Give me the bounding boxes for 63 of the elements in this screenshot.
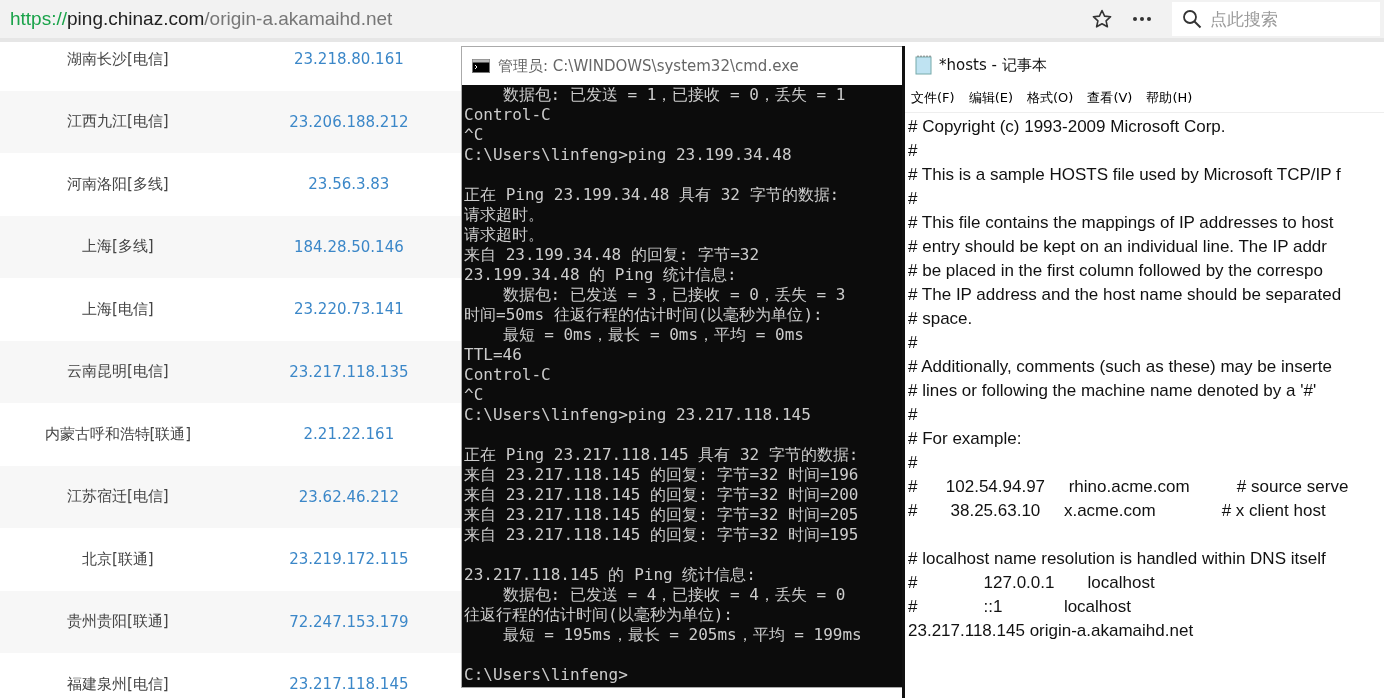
console-line: Control-C	[464, 365, 551, 384]
location-cell-text: 湖南长沙[电信]	[66, 49, 170, 69]
console-line: 数据包: 已发送 = 1，已接收 = 0，丢失 = 1	[501, 85, 846, 104]
console-line: 来自 23.217.118.145 的回复: 字节=32 时间=205	[464, 505, 859, 524]
location-cell-text: 内蒙古呼和浩特[联通]	[43, 424, 193, 444]
console-line: ^C	[464, 385, 484, 404]
menu-item[interactable]: 文件(F)	[911, 89, 955, 107]
console-line: 23.217.118.145 的 Ping 统计信息:	[464, 565, 756, 584]
console-line: 数据包: 已发送 = 4，已接收 = 4，丢失 = 0	[501, 585, 846, 604]
location-cell-text: 江西九江[电信]	[66, 112, 170, 132]
ip-link[interactable]: 23.62.46.212	[298, 487, 399, 506]
console-line: 来自 23.217.118.145 的回复: 字节=32 时间=196	[464, 465, 859, 484]
console-line: C:\Users\linfeng>ping 23.199.34.48	[464, 145, 792, 164]
ip-link[interactable]: 23.218.80.161	[294, 50, 404, 69]
location-cell-text: 云南昆明[电信]	[66, 362, 170, 382]
location-cell-text: 福建泉州[电信]	[66, 674, 170, 694]
console-line: Control-C	[464, 105, 551, 124]
console-line: TTL=46	[464, 345, 522, 364]
console-line: 时间=50ms 往返行程的估计时间(以毫秒为单位):	[464, 305, 823, 324]
menu-item[interactable]: 帮助(H)	[1146, 89, 1193, 107]
console-line: 请求超时。	[464, 205, 544, 224]
console-line: ^C	[464, 125, 484, 144]
address-bar[interactable]: https://ping.chinaz.com/origin-a.akamaihd.net	[0, 8, 1092, 30]
console-line: 最短 = 0ms，最长 = 0ms，平均 = 0ms	[501, 325, 804, 344]
menu-item[interactable]: 格式(O)	[1027, 89, 1074, 107]
ip-link[interactable]: 23.219.172.115	[289, 550, 409, 569]
console-line: 最短 = 195ms，最长 = 205ms，平均 = 199ms	[501, 625, 862, 644]
location-cell-text: 贵州贵阳[联通]	[66, 612, 170, 632]
star-icon[interactable]	[1092, 9, 1112, 29]
console-line: C:\Users\linfeng>ping 23.217.118.145	[464, 405, 811, 424]
location-cell-text: 河南洛阳[多线]	[66, 174, 170, 194]
ip-link[interactable]: 23.206.188.212	[289, 112, 409, 131]
ip-link[interactable]: 23.217.118.145	[289, 675, 409, 694]
console-line: C:\Users\linfeng>	[464, 665, 628, 684]
console-line: 请求超时。	[464, 225, 544, 244]
ip-link[interactable]: 23.217.118.135	[289, 362, 409, 381]
terminal-icon	[472, 59, 490, 73]
menu-item[interactable]: 查看(V)	[1087, 89, 1133, 107]
menu-item[interactable]: 编辑(E)	[968, 89, 1013, 107]
ip-link[interactable]: 23.220.73.141	[294, 300, 404, 319]
more-icon[interactable]	[1132, 16, 1152, 22]
ip-link[interactable]: 184.28.50.146	[294, 237, 404, 256]
search-icon	[1182, 9, 1202, 29]
location-cell-text: 江苏宿迁[电信]	[66, 487, 170, 507]
console-line: 往返行程的估计时间(以毫秒为单位):	[464, 605, 733, 624]
text-area[interactable]: # Copyright (c) 1993-2009 Microsoft Corp. # # This is a sample HOSTS file used by Microsoft TCP/IP f # # This file contains the mappings of IP addresses to host # entry should be kept on an individual line. The IP addr # be placed in the first column followed by the correspo # The IP address and the host name should be separated # space. # # Additionally, comments (such as these) may be inserte # lines or following the machine name denoted by a '#' # # For example: # # 102.54.94.97 rhino.acme.com # source serve # 38.25.63.10 x.acme.com # x client host # localhost name resolution is handled within DNS itself # 127.0.0.1 localhost # ::1 localhost 23.217.118.145 origin-a.akamaihd.net	[905, 113, 1384, 643]
location-cell-text: 北京[联通]	[81, 549, 155, 569]
window-title: 管理员: C:\WINDOWS\system32\cmd.exe	[498, 56, 799, 76]
console-line: 数据包: 已发送 = 3，已接收 = 0，丢失 = 3	[501, 285, 846, 304]
console-line: 来自 23.217.118.145 的回复: 字节=32 时间=200	[464, 485, 859, 504]
search-field[interactable]: 点此搜索	[1172, 2, 1380, 36]
notepad-icon	[915, 55, 933, 75]
location-cell-text: 上海[电信]	[81, 299, 155, 319]
console-line: 正在 Ping 23.217.118.145 具有 32 字节的数据:	[464, 445, 859, 464]
console-line: 来自 23.217.118.145 的回复: 字节=32 时间=195	[464, 525, 859, 544]
ip-link[interactable]: 23.56.3.83	[308, 175, 390, 194]
location-cell-text: 上海[多线]	[81, 237, 155, 257]
console-line: 正在 Ping 23.199.34.48 具有 32 字节的数据:	[464, 185, 840, 204]
window-title: *hosts - 记事本	[939, 55, 1047, 75]
console-line: 23.199.34.48 的 Ping 统计信息:	[464, 265, 737, 284]
console-line: 来自 23.199.34.48 的回复: 字节=32	[464, 245, 760, 264]
ip-link[interactable]: 72.247.153.179	[289, 612, 409, 631]
ip-link[interactable]: 2.21.22.161	[303, 425, 395, 444]
